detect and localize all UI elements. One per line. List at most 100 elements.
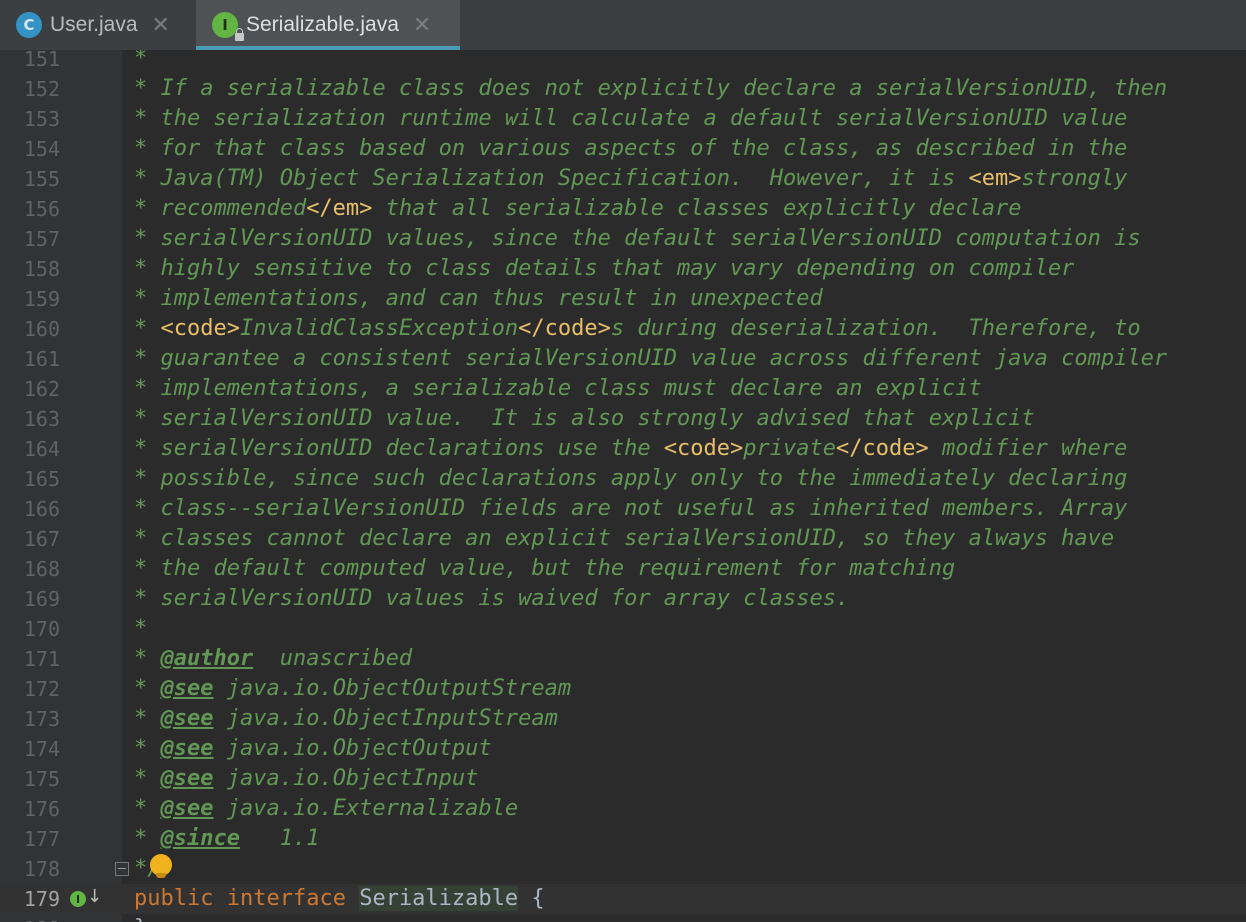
close-icon[interactable]: ✕ — [413, 13, 431, 38]
code-line: 177 * @since 1.1 — [0, 824, 1246, 854]
line-number: 161 — [23, 347, 60, 371]
code-line: 151 * — [0, 50, 1246, 74]
javadoc-tag: @since — [160, 826, 240, 851]
code-line: 153 * the serialization runtime will calc… — [0, 104, 1246, 134]
line-number: 166 — [23, 497, 60, 521]
javadoc-tag: @see — [160, 736, 214, 761]
code-text: * highly sensitive to class details that… — [134, 256, 1075, 281]
code-line: 158 * highly sensitive to class details t… — [0, 254, 1246, 284]
code-line: 180} — [0, 914, 1246, 922]
comment-text: java.io.ObjectOutputStream — [213, 676, 572, 701]
implementations-icon[interactable]: I — [70, 891, 86, 907]
code-line: 155 * Java(TM) Object Serialization Speci… — [0, 164, 1246, 194]
comment-text: java.io.Externalizable — [213, 796, 519, 821]
code-line: 161 * guarantee a consistent serialVersio… — [0, 344, 1246, 374]
code-text: * classes cannot declare an explicit ser… — [134, 526, 1115, 551]
code-text: * If a serializable class does not expli… — [134, 76, 1168, 101]
code-text: * @see java.io.ObjectInput — [134, 764, 1246, 794]
code-text: * <code>InvalidClassException</code>s du… — [134, 314, 1246, 344]
line-number: 151 — [23, 50, 60, 71]
line-number: 159 — [23, 287, 60, 311]
html-tag: </code> — [836, 436, 929, 461]
code-text: * the serialization runtime will calcula… — [134, 106, 1128, 131]
fold-toggle-icon[interactable] — [115, 862, 129, 876]
identifier: Serializable — [359, 886, 519, 911]
line-number: 157 — [23, 227, 60, 251]
lock-icon — [235, 28, 244, 41]
line-number: 160 — [23, 317, 60, 341]
line-number: 154 — [23, 137, 60, 161]
code-line: 178 */ — [0, 854, 1246, 884]
line-number: 158 — [23, 257, 60, 281]
code-text: * implementations, and can thus result i… — [134, 286, 823, 311]
comment-text: * — [134, 706, 161, 731]
comment-text: strongly — [1021, 166, 1128, 191]
code-text: * @see java.io.ObjectInputStream — [134, 704, 1246, 734]
code-line: 165 * possible, since such declarations a… — [0, 464, 1246, 494]
code-text: * possible, since such declarations appl… — [134, 466, 1128, 491]
code-line: 159 * implementations, and can thus resul… — [0, 284, 1246, 314]
tab-user-java[interactable]: C User.java ✕ — [0, 0, 194, 50]
code-text: * serialVersionUID value. It is also str… — [134, 406, 1035, 431]
arrow-down-icon[interactable]: ↓ — [87, 886, 102, 907]
line-number: 156 — [23, 197, 60, 221]
code-line: 174 * @see java.io.ObjectOutput — [0, 734, 1246, 764]
line-number: 155 — [23, 167, 60, 191]
code-text: * Java(TM) Object Serialization Specific… — [134, 164, 1246, 194]
comment-text: * — [134, 826, 161, 851]
code-editor[interactable]: 151 * 152 * If a serializable class does n… — [0, 50, 1246, 922]
code-text: * — [134, 616, 148, 641]
html-tag: </code> — [518, 316, 611, 341]
line-number: 177 — [23, 827, 60, 851]
line-number: 172 — [23, 677, 60, 701]
comment-text: java.io.ObjectInputStream — [213, 706, 558, 731]
code-text: * @see java.io.ObjectOutput — [134, 734, 1246, 764]
line-number: 152 — [23, 77, 60, 101]
code-line: 166 * class--serialVersionUID fields are … — [0, 494, 1246, 524]
code-text: public interface Serializable { — [134, 884, 1246, 914]
comment-text: s during deserialization. Therefore, to — [610, 316, 1141, 341]
comment-text: * — [134, 316, 161, 341]
code-text: * serialVersionUID declarations use the … — [134, 434, 1246, 464]
line-number: 171 — [23, 647, 60, 671]
comment-text: * — [134, 766, 161, 791]
javadoc-tag: @see — [160, 796, 214, 821]
comment-text: modifier where — [928, 436, 1128, 461]
html-tag: <em> — [968, 166, 1022, 191]
code-text: * implementations, a serializable class … — [134, 376, 982, 401]
comment-text: InvalidClassException — [239, 316, 519, 341]
lightbulb-icon[interactable] — [150, 854, 172, 878]
comment-text: that all serializable classes explicitly… — [372, 196, 1022, 221]
code-text: } — [134, 914, 1246, 922]
line-number: 163 — [23, 407, 60, 431]
line-number: 164 — [23, 437, 60, 461]
line-number: 173 — [23, 707, 60, 731]
tab-serializable-java[interactable]: I Serializable.java ✕ — [196, 0, 460, 50]
code-text: * — [134, 50, 148, 71]
line-number: 174 — [23, 737, 60, 761]
code-line: 152 * If a serializable class does not ex… — [0, 74, 1246, 104]
code-text: * class--serialVersionUID fields are not… — [134, 496, 1128, 521]
code-text: */ — [134, 856, 161, 881]
interface-icon: I — [212, 12, 244, 41]
line-number: 153 — [23, 107, 60, 131]
html-tag: <code> — [663, 436, 744, 461]
code-line: 170 * — [0, 614, 1246, 644]
code-line: 154 * for that class based on various asp… — [0, 134, 1246, 164]
html-tag: <code> — [160, 316, 240, 341]
code-line: 176 * @see java.io.Externalizable — [0, 794, 1246, 824]
keyword: interface — [226, 886, 346, 911]
javadoc-tag: @see — [160, 706, 214, 731]
code-text: * recommended</em> that all serializable… — [134, 194, 1246, 224]
code-line-current: 179 I ↓ public interface Serializable { — [0, 884, 1246, 914]
code-line: 160 * <code>InvalidClassException</code>s… — [0, 314, 1246, 344]
code-line: 168 * the default computed value, but the… — [0, 554, 1246, 584]
comment-text: * — [134, 796, 161, 821]
javadoc-tag: @author — [160, 646, 254, 671]
line-number: 180 — [0, 914, 60, 922]
comment-text: 1.1 — [239, 826, 320, 851]
comment-text: java.io.ObjectInput — [213, 766, 479, 791]
comment-text: * Java(TM) Object Serialization Specific… — [134, 166, 969, 191]
close-icon[interactable]: ✕ — [152, 13, 170, 38]
code-line: 164 * serialVersionUID declarations use t… — [0, 434, 1246, 464]
